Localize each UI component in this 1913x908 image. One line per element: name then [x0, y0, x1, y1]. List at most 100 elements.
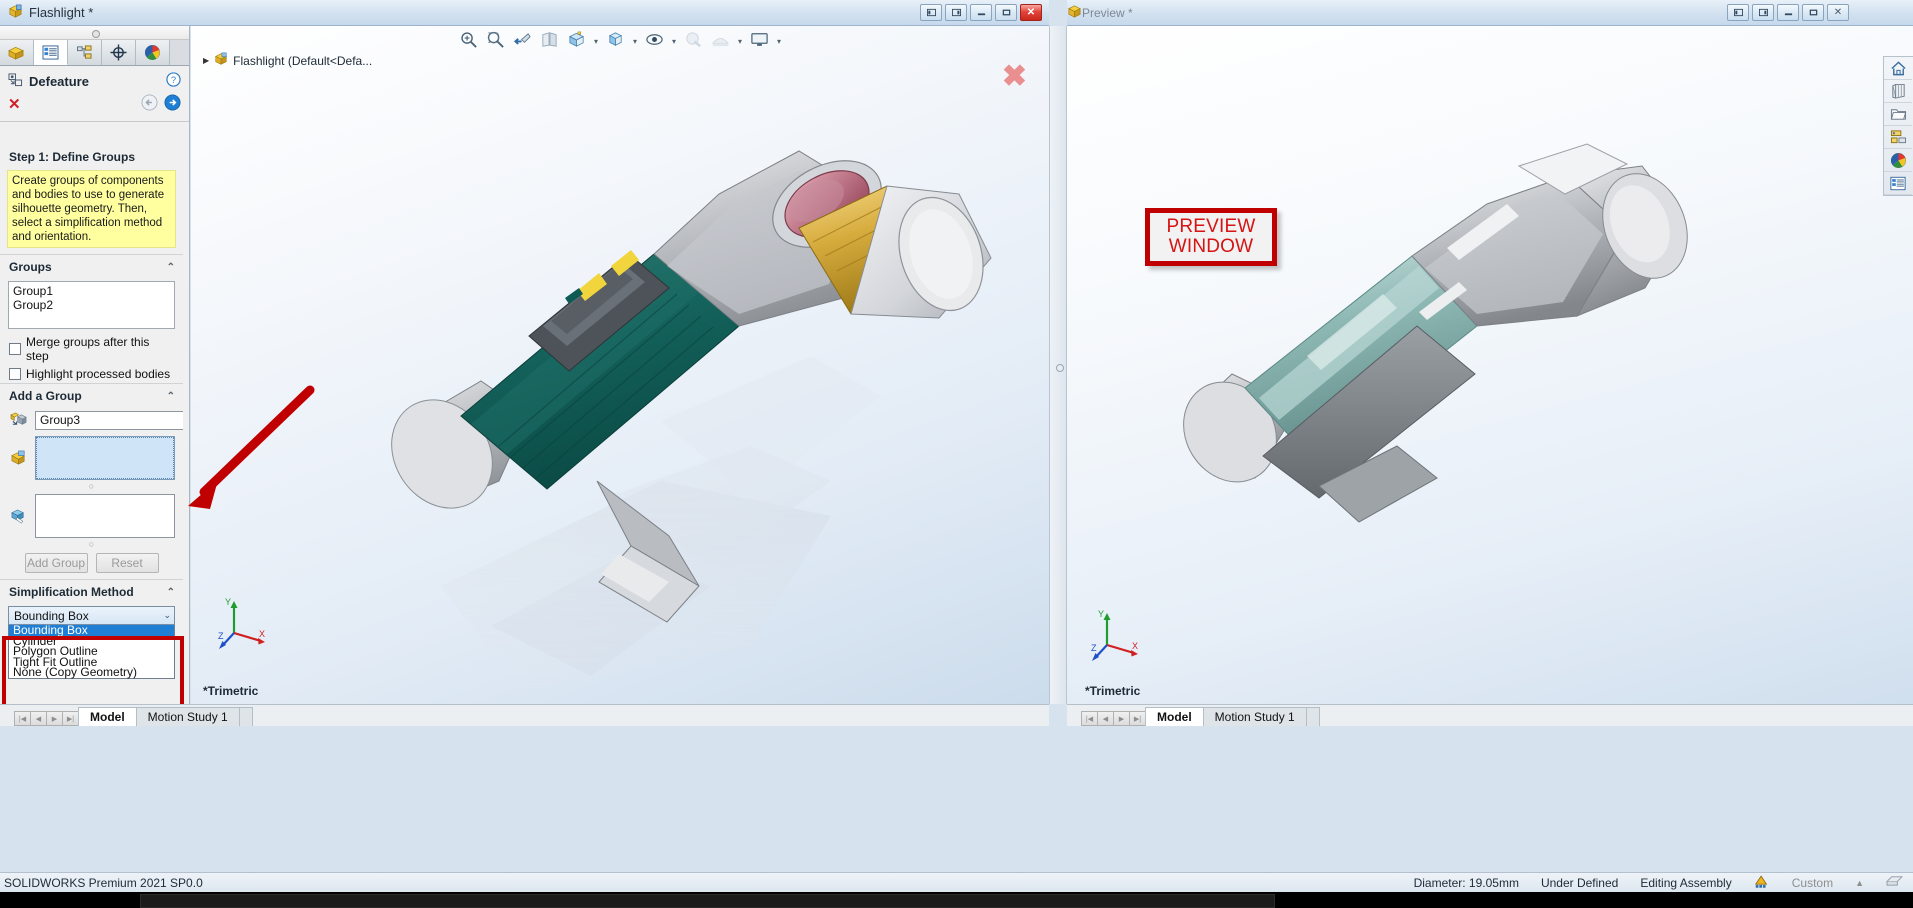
add-group-section-title: Add a Group: [9, 389, 82, 403]
minimize-button[interactable]: [970, 4, 992, 21]
groups-section-header[interactable]: Groups ⌃: [0, 254, 183, 278]
restore-left-button[interactable]: [920, 4, 942, 21]
help-message: Create groups of components and bodies t…: [7, 170, 176, 248]
folder-icon[interactable]: [1884, 103, 1912, 126]
close-button[interactable]: ✕: [1020, 4, 1042, 21]
custom-properties-icon[interactable]: [1884, 172, 1912, 195]
first-study-button[interactable]: |◀: [1081, 711, 1098, 726]
status-units[interactable]: Custom: [1792, 876, 1833, 890]
bodies-selection-row: [0, 491, 183, 541]
main-window-title: Flashlight *: [29, 5, 93, 20]
tab-motion-study-1[interactable]: Motion Study 1: [136, 707, 240, 726]
svg-text:X: X: [1132, 641, 1138, 651]
sidebar-item-dimxpert-manager[interactable]: [102, 40, 136, 65]
panel-drag-handle[interactable]: [0, 26, 189, 40]
tab-overflow[interactable]: [1306, 707, 1320, 726]
sidebar-item-feature-manager[interactable]: [0, 40, 34, 65]
hierarchy-icon[interactable]: [1884, 126, 1912, 149]
bodies-resize-handle[interactable]: ○: [0, 541, 183, 549]
dropdown-option-none-copy-geometry[interactable]: None (Copy Geometry): [9, 667, 174, 678]
step-navigation: [141, 94, 181, 114]
window-splitter[interactable]: [1049, 26, 1067, 704]
groups-list[interactable]: Group1 Group2: [8, 281, 175, 329]
components-selection-row: [0, 433, 183, 483]
tab-model[interactable]: Model: [1145, 707, 1204, 726]
property-manager-actions: ✕: [0, 92, 189, 119]
status-units-caret-icon[interactable]: ▲: [1855, 878, 1864, 888]
status-edit-mode: Editing Assembly: [1640, 876, 1731, 890]
maximize-button[interactable]: [1802, 4, 1824, 21]
group-name-input[interactable]: [35, 411, 183, 430]
preview-graphics-area[interactable]: PREVIEW WINDOW: [1067, 26, 1913, 704]
group-name-row: [0, 407, 183, 433]
product-version-label: SOLIDWORKS Premium 2021 SP0.0: [4, 876, 203, 890]
preview-triad: Y X Z: [1089, 605, 1141, 666]
last-study-button[interactable]: ▶|: [62, 711, 79, 726]
assembly-icon: [8, 4, 23, 22]
merge-groups-label: Merge groups after this step: [26, 335, 175, 363]
merge-groups-checkbox[interactable]: [9, 343, 21, 355]
group-name-icon: [9, 410, 29, 430]
svg-text:Z: Z: [1091, 643, 1097, 653]
view-palette-icon[interactable]: [1884, 80, 1912, 103]
tolerance-percent-row: 0.00% ▲▼: [0, 679, 183, 682]
solidworks-window: Flashlight * ✕: [0, 0, 1913, 908]
maximize-button[interactable]: [995, 4, 1017, 21]
overlay-icon[interactable]: [1886, 874, 1903, 891]
flashlight-3d-model[interactable]: [191, 26, 1049, 704]
previous-study-button[interactable]: ◀: [1097, 711, 1114, 726]
simplification-method-dropdown-list[interactable]: Bounding Box Cylinder Polygon Outline Ti…: [8, 625, 175, 679]
selection-resize-handle[interactable]: ○: [0, 483, 183, 491]
merge-groups-checkbox-row[interactable]: Merge groups after this step: [0, 333, 183, 365]
reset-button[interactable]: Reset: [96, 553, 159, 573]
close-button[interactable]: ✕: [1827, 4, 1849, 21]
os-taskbar: [0, 892, 1913, 908]
rebuild-warning-icon[interactable]: [1754, 874, 1770, 892]
minimize-button[interactable]: [1777, 4, 1799, 21]
question-mark-icon[interactable]: ?: [166, 72, 181, 90]
cancel-button[interactable]: ✕: [8, 97, 21, 112]
add-group-section-header[interactable]: Add a Group ⌃: [0, 383, 183, 407]
appearances-icon[interactable]: [1884, 149, 1912, 172]
chevron-down-icon[interactable]: ⌄: [163, 610, 171, 621]
sidebar-item-property-manager[interactable]: [34, 40, 68, 65]
simplification-method-header[interactable]: Simplification Method ⌃: [0, 579, 183, 603]
preview-title-bar: Preview * ✕: [1067, 0, 1913, 26]
tab-model[interactable]: Model: [78, 707, 137, 726]
taskbar-window-button[interactable]: [140, 894, 1275, 908]
highlight-bodies-checkbox[interactable]: [9, 368, 21, 380]
add-group-button[interactable]: Add Group: [25, 553, 88, 573]
highlight-bodies-checkbox-row[interactable]: Highlight processed bodies: [0, 365, 183, 383]
svg-text:Z: Z: [218, 631, 224, 641]
chevron-up-icon: ⌃: [167, 391, 175, 402]
previous-study-button[interactable]: ◀: [30, 711, 47, 726]
status-bar-right: Diameter: 19.05mm Under Defined Editing …: [1414, 874, 1903, 892]
next-study-button[interactable]: ▶: [1113, 711, 1130, 726]
restore-right-button[interactable]: [1752, 4, 1774, 21]
status-bar: SOLIDWORKS Premium 2021 SP0.0 Diameter: …: [0, 872, 1913, 892]
components-selection-box[interactable]: [35, 436, 175, 480]
property-manager-content: Step 1: Define Groups Create groups of c…: [0, 144, 183, 682]
previous-step-button[interactable]: [141, 94, 158, 114]
sidebar-item-display-manager[interactable]: [136, 40, 170, 65]
sidebar-item-configuration-manager[interactable]: [68, 40, 102, 65]
preview-3d-model[interactable]: [1067, 26, 1913, 704]
home-icon[interactable]: [1884, 57, 1912, 80]
tab-motion-study-1[interactable]: Motion Study 1: [1203, 707, 1307, 726]
tab-overflow[interactable]: [239, 707, 253, 726]
graphics-viewport[interactable]: ▾ ▾ ▾ ▾ ▾ ▶ Fla: [191, 26, 1049, 704]
svg-text:X: X: [259, 629, 265, 639]
restore-right-button[interactable]: [945, 4, 967, 21]
next-step-button[interactable]: [164, 94, 181, 114]
first-study-button[interactable]: |◀: [14, 711, 31, 726]
last-study-button[interactable]: ▶|: [1129, 711, 1146, 726]
defeature-icon: [8, 73, 23, 90]
list-item[interactable]: Group1: [13, 284, 170, 298]
restore-left-button[interactable]: [1727, 4, 1749, 21]
manager-tab-strip: [0, 40, 189, 66]
next-study-button[interactable]: ▶: [46, 711, 63, 726]
main-bottom-tab-bar: |◀ ◀ ▶ ▶| Model Motion Study 1: [0, 704, 1049, 726]
property-manager-panel: Defeature ? ✕ Step 1: Define Groups Crea…: [0, 26, 190, 704]
bodies-selection-box[interactable]: [35, 494, 175, 538]
list-item[interactable]: Group2: [13, 298, 170, 312]
